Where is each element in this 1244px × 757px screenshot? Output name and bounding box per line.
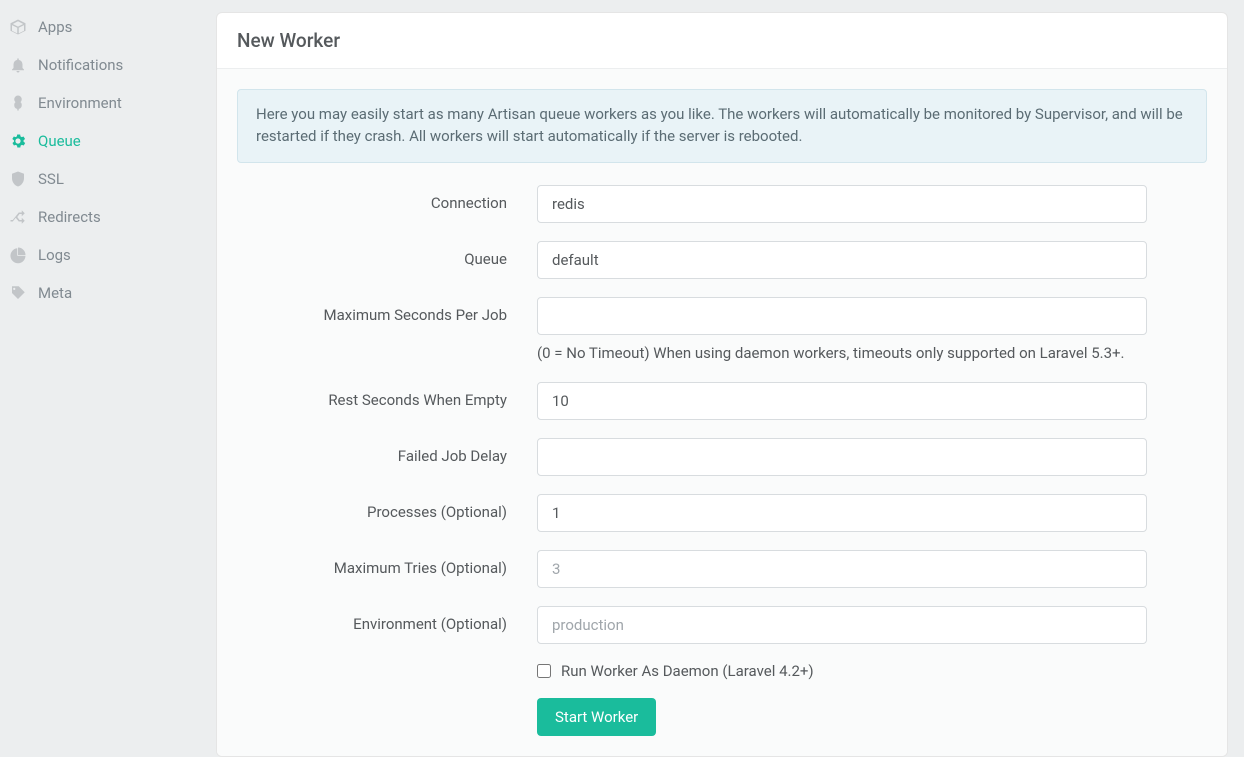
sidebar-item-notifications[interactable]: Notifications <box>0 46 216 84</box>
form-row-rest-seconds: Rest Seconds When Empty <box>237 382 1207 420</box>
sidebar-item-queue[interactable]: Queue <box>0 122 216 160</box>
form-row-queue: Queue <box>237 241 1207 279</box>
form-row-failed-delay: Failed Job Delay <box>237 438 1207 476</box>
environment-input[interactable] <box>537 606 1147 644</box>
sidebar-item-meta[interactable]: Meta <box>0 274 216 312</box>
sidebar-item-logs[interactable]: Logs <box>0 236 216 274</box>
sidebar-item-apps[interactable]: Apps <box>0 8 216 46</box>
form-row-daemon: Run Worker As Daemon (Laravel 4.2+) <box>237 662 1207 680</box>
sidebar-item-label: Logs <box>38 246 71 264</box>
form-row-connection: Connection <box>237 185 1207 223</box>
info-box: Here you may easily start as many Artisa… <box>237 89 1207 163</box>
bell-icon <box>8 55 28 75</box>
sidebar-item-label: Notifications <box>38 56 123 74</box>
max-seconds-input[interactable] <box>537 297 1147 335</box>
sidebar-item-label: Meta <box>38 284 72 302</box>
max-seconds-label: Maximum Seconds Per Job <box>237 297 537 324</box>
connection-label: Connection <box>237 185 537 212</box>
environment-label: Environment (Optional) <box>237 606 537 633</box>
new-worker-card: New Worker Here you may easily start as … <box>216 12 1228 757</box>
daemon-checkbox[interactable] <box>537 664 551 678</box>
queue-input[interactable] <box>537 241 1147 279</box>
gear-icon <box>8 131 28 151</box>
sidebar-item-label: Environment <box>38 94 122 112</box>
sidebar-item-label: Redirects <box>38 208 101 226</box>
shuffle-icon <box>8 207 28 227</box>
daemon-label[interactable]: Run Worker As Daemon (Laravel 4.2+) <box>561 662 814 680</box>
main-content: New Worker Here you may easily start as … <box>216 0 1244 740</box>
sidebar: Apps Notifications Environment Queue SSL… <box>0 0 216 740</box>
shield-icon <box>8 169 28 189</box>
form-row-processes: Processes (Optional) <box>237 494 1207 532</box>
queue-label: Queue <box>237 241 537 268</box>
sidebar-item-label: Apps <box>38 18 72 36</box>
card-title: New Worker <box>237 29 1207 52</box>
processes-label: Processes (Optional) <box>237 494 537 521</box>
sidebar-item-label: Queue <box>38 132 81 150</box>
cube-icon <box>8 17 28 37</box>
card-header: New Worker <box>217 13 1227 69</box>
form-row-max-tries: Maximum Tries (Optional) <box>237 550 1207 588</box>
start-worker-button[interactable]: Start Worker <box>537 698 656 736</box>
tree-icon <box>8 93 28 113</box>
max-seconds-help: (0 = No Timeout) When using daemon worke… <box>537 343 1147 364</box>
rest-seconds-label: Rest Seconds When Empty <box>237 382 537 409</box>
pie-icon <box>8 245 28 265</box>
max-tries-label: Maximum Tries (Optional) <box>237 550 537 577</box>
sidebar-item-environment[interactable]: Environment <box>0 84 216 122</box>
sidebar-item-label: SSL <box>38 170 64 188</box>
form-row-max-seconds: Maximum Seconds Per Job (0 = No Timeout)… <box>237 297 1207 364</box>
sidebar-item-ssl[interactable]: SSL <box>0 160 216 198</box>
processes-input[interactable] <box>537 494 1147 532</box>
form-row-environment: Environment (Optional) <box>237 606 1207 644</box>
sidebar-item-redirects[interactable]: Redirects <box>0 198 216 236</box>
max-tries-input[interactable] <box>537 550 1147 588</box>
failed-delay-input[interactable] <box>537 438 1147 476</box>
failed-delay-label: Failed Job Delay <box>237 438 537 465</box>
connection-input[interactable] <box>537 185 1147 223</box>
tag-icon <box>8 283 28 303</box>
rest-seconds-input[interactable] <box>537 382 1147 420</box>
card-body: Here you may easily start as many Artisa… <box>217 69 1227 756</box>
